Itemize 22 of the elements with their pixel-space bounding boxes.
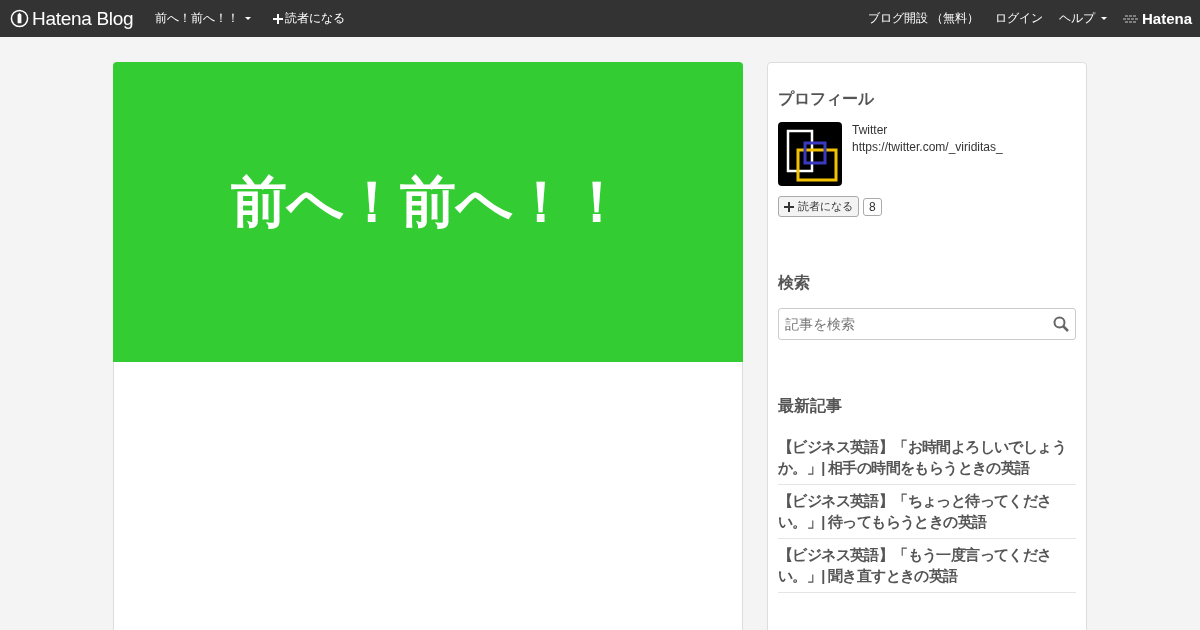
header-link[interactable]: ログイン bbox=[994, 10, 1043, 27]
help-menu[interactable]: ヘルプ bbox=[1058, 10, 1107, 27]
profile-text: https://twitter.com/_viriditas_ bbox=[852, 139, 1003, 156]
blog-menu[interactable]: 前へ！前へ！！ bbox=[155, 10, 252, 27]
search-field[interactable]: 記事を検索 bbox=[778, 308, 1076, 340]
avatar-icon[interactable] bbox=[778, 122, 842, 186]
plus-icon bbox=[273, 13, 284, 24]
search-icon[interactable] bbox=[1053, 316, 1069, 332]
entry-link[interactable]: 【ビジネス英語】「もう一度言ってください。」| 聞き直すときの英語 bbox=[778, 545, 1076, 587]
subscribe-link[interactable]: 読者になる bbox=[273, 10, 346, 27]
plus-icon bbox=[784, 201, 794, 212]
module-heading: プロフィール bbox=[778, 89, 875, 109]
hatena-blog-logo[interactable]: Hatena Blog bbox=[10, 7, 134, 30]
entry-link[interactable]: 【ビジネス英語】「ちょっと待ってください。」| 待ってもらうときの英語 bbox=[778, 491, 1076, 533]
hatena-logo[interactable]: Hatena bbox=[1122, 10, 1192, 27]
subscriber-count: 8 bbox=[863, 197, 882, 216]
entry-link[interactable]: 【ビジネス英語】「お時間よろしいでしょうか。」| 相手の時間をもらうときの英語 bbox=[778, 437, 1076, 479]
subscribe-button[interactable]: 読者になる bbox=[778, 196, 859, 217]
module-heading: 検索 bbox=[778, 273, 811, 293]
profile-text: Twitter bbox=[852, 122, 889, 139]
module-heading: 最新記事 bbox=[778, 396, 843, 416]
header-link[interactable]: ブログ開設 （無料） bbox=[867, 10, 979, 27]
